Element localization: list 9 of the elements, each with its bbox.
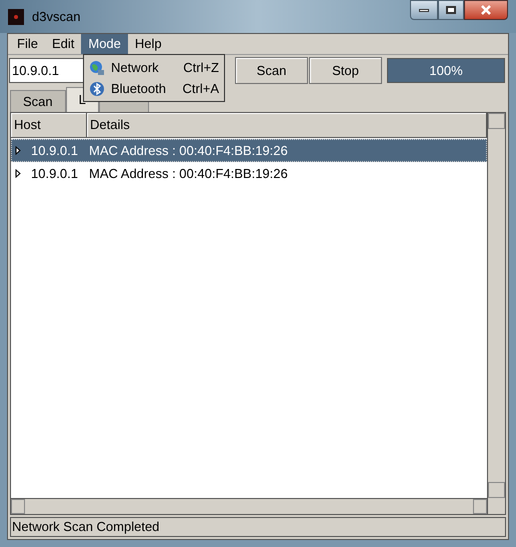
- window-title: d3vscan: [32, 8, 80, 26]
- details-cell-text: MAC Address : 00:40:F4:BB:19:26: [89, 142, 288, 160]
- host-cell-text: 10.9.0.1: [31, 164, 79, 183]
- host-cell-text: 10.9.0.1: [31, 142, 79, 160]
- shortcut-label: Ctrl+Z: [183, 58, 219, 77]
- status-text: Network Scan Completed: [12, 518, 160, 536]
- progress-reading: 100%: [428, 62, 464, 80]
- shortcut-label: Ctrl+A: [182, 80, 219, 98]
- details-cell-text: MAC Address : 00:40:F4:BB:19:26: [89, 164, 288, 183]
